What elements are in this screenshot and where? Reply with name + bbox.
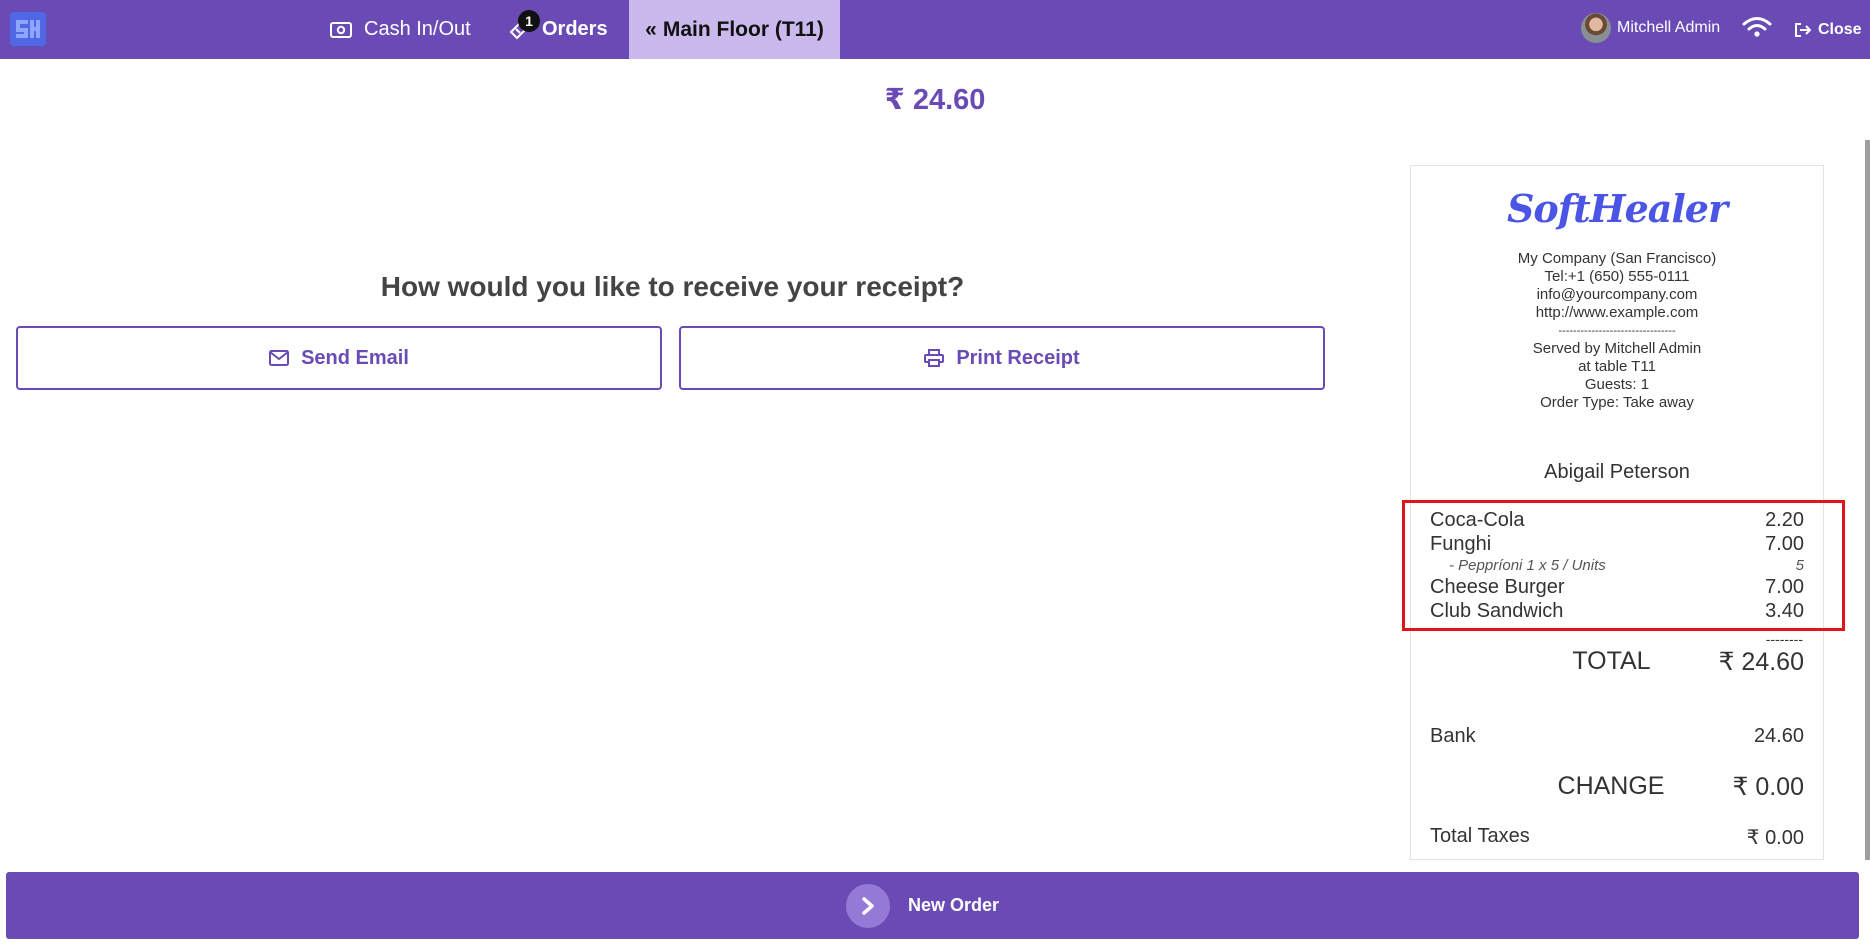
envelope-icon xyxy=(269,350,290,366)
order-type: Order Type: Take away xyxy=(1540,394,1694,411)
bank-value: 24.60 xyxy=(1753,725,1804,747)
company-info: My Company (San Francisco) Tel:+1 (650) … xyxy=(1411,250,1823,412)
orders-button[interactable]: 1 Orders xyxy=(508,0,608,59)
company-email: info@yourcompany.com xyxy=(1536,286,1698,303)
avatar xyxy=(1581,13,1611,43)
company-logo-text: SoftHealer xyxy=(1506,186,1728,231)
user-name: Mitchell Admin xyxy=(1617,19,1721,36)
total-row: TOTAL ₹ 24.60 xyxy=(1411,647,1804,677)
close-label: Close xyxy=(1818,20,1862,38)
new-order-label: New Order xyxy=(907,895,1000,915)
send-email-button[interactable]: Send Email xyxy=(16,326,662,390)
customer-name: Abigail Peterson xyxy=(1544,461,1690,483)
close-button[interactable]: Close xyxy=(1794,0,1862,59)
annotation-highlight-box xyxy=(1402,500,1845,631)
table-info: at table T11 xyxy=(1578,358,1656,375)
cash-in-out-label: Cash In/Out xyxy=(364,18,471,40)
company-website: http://www.example.com xyxy=(1535,304,1699,321)
sign-out-icon xyxy=(1795,22,1812,37)
change-row: CHANGE ₹ 0.00 xyxy=(1411,772,1804,802)
money-icon xyxy=(330,21,352,38)
taxes-label: Total Taxes xyxy=(1430,825,1530,847)
double-chevron-left-icon: « xyxy=(645,17,657,41)
company-phone: Tel:+1 (650) 555-0111 xyxy=(1544,268,1690,285)
receipt-question: How would you like to receive your recei… xyxy=(380,271,965,302)
total-value: ₹ 24.60 xyxy=(1718,648,1804,676)
taxes-line: Total Taxes ₹ 0.00 xyxy=(1430,825,1804,850)
app-logo-icon[interactable] xyxy=(10,12,46,46)
main-floor-button[interactable]: « Main Floor (T11) xyxy=(629,0,840,59)
payment-line: Bank 24.60 xyxy=(1430,725,1804,748)
user-menu[interactable]: Mitchell Admin xyxy=(1581,13,1720,43)
wifi-icon xyxy=(1742,17,1772,37)
receipt-scrollbar[interactable] xyxy=(1865,140,1870,860)
printer-icon xyxy=(924,349,945,367)
print-receipt-label: Print Receipt xyxy=(956,346,1080,369)
cash-in-out-button[interactable]: Cash In/Out xyxy=(330,0,471,59)
served-by: Served by Mitchell Admin xyxy=(1532,340,1702,357)
new-order-button[interactable]: New Order xyxy=(6,872,1859,939)
floor-label: Main Floor (T11) xyxy=(662,17,824,41)
company-name: My Company (San Francisco) xyxy=(1517,250,1717,267)
orders-label: Orders xyxy=(542,18,608,40)
payment-amount: ₹ 24.60 xyxy=(884,84,986,116)
total-separator: -------- xyxy=(1765,631,1803,647)
top-navbar: Cash In/Out 1 Orders « Main Floor (T11) … xyxy=(0,0,1870,59)
orders-count-badge: 1 xyxy=(518,10,540,32)
total-label: TOTAL xyxy=(1572,647,1651,675)
guests-info: Guests: 1 xyxy=(1584,376,1650,393)
change-value: ₹ 0.00 xyxy=(1732,773,1804,801)
change-label: CHANGE xyxy=(1557,772,1665,800)
chevron-right-icon xyxy=(845,883,890,928)
send-email-label: Send Email xyxy=(301,346,409,369)
bank-label: Bank xyxy=(1430,725,1476,747)
taxes-value: ₹ 0.00 xyxy=(1746,827,1804,849)
company-separator: -------------------------------- xyxy=(1558,325,1676,337)
print-receipt-button[interactable]: Print Receipt xyxy=(679,326,1325,390)
